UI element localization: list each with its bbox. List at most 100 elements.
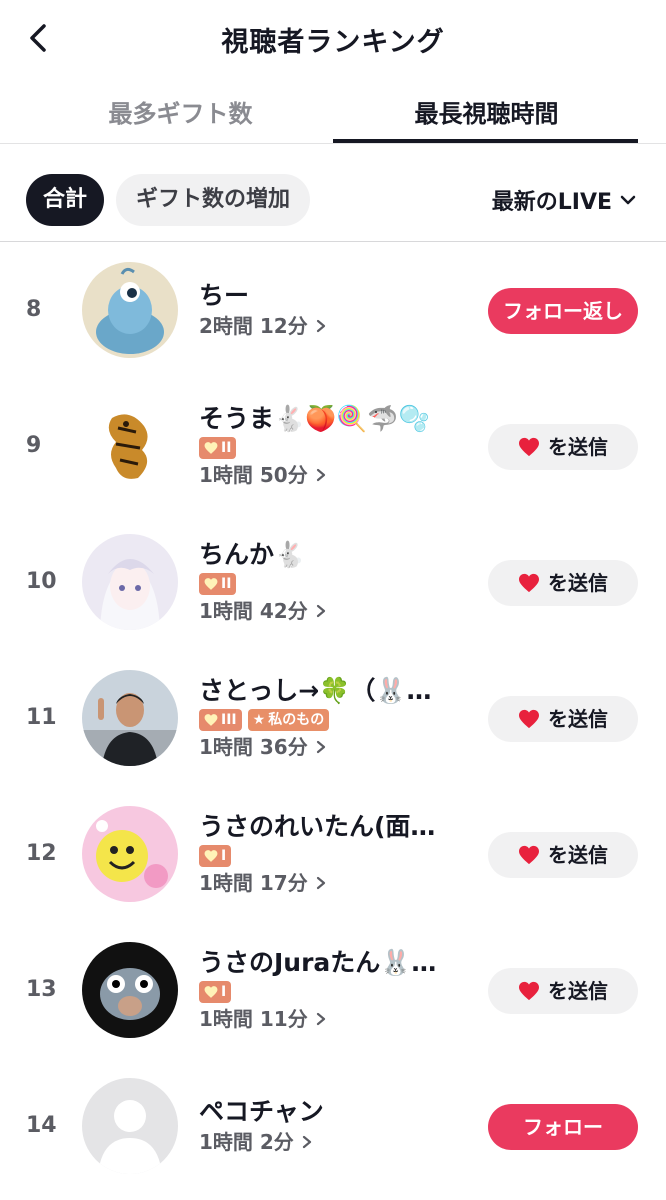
chevron-right-icon bbox=[316, 319, 325, 333]
viewer-name[interactable]: うさのれいたん(面… bbox=[199, 811, 469, 843]
watch-duration[interactable]: 1時間 36分 bbox=[199, 733, 469, 761]
viewer-info: ちんか🐇 II 1時間 42分 bbox=[199, 514, 469, 650]
viewer-info: さとっし→🍀（🐰… III ★ 私のもの 1時間 36分 bbox=[199, 650, 469, 786]
fan-level-badge: III bbox=[199, 709, 242, 731]
watch-duration[interactable]: 1時間 50分 bbox=[199, 461, 469, 489]
live-select-dropdown[interactable]: 最新のLIVE bbox=[492, 184, 636, 216]
viewer-info: うさのJuraたん🐰… I 1時間 11分 bbox=[199, 922, 469, 1058]
avatar[interactable] bbox=[82, 1078, 178, 1174]
watch-duration[interactable]: 1時間 42分 bbox=[199, 597, 469, 625]
fan-level-label: II bbox=[221, 440, 232, 456]
list-item[interactable]: 13 うさのJuraたん🐰… I 1時間 11分 を送信 bbox=[0, 922, 666, 1058]
fan-level-badge: I bbox=[199, 845, 232, 867]
watch-duration[interactable]: 2時間 12分 bbox=[199, 312, 469, 340]
avatar[interactable] bbox=[82, 398, 178, 494]
send-label: を送信 bbox=[548, 435, 608, 459]
badge-row: I bbox=[199, 845, 469, 867]
rank-number: 11 bbox=[26, 705, 57, 730]
viewer-name[interactable]: そうま🐇🍑🍭🦈🫧 bbox=[199, 403, 469, 435]
watch-duration[interactable]: 1時間 2分 bbox=[199, 1128, 469, 1156]
heart-icon bbox=[204, 578, 218, 590]
avatar[interactable] bbox=[82, 806, 178, 902]
fan-level-badge: II bbox=[199, 573, 237, 595]
avatar[interactable] bbox=[82, 942, 178, 1038]
viewer-info: うさのれいたん(面… I 1時間 17分 bbox=[199, 786, 469, 922]
duration-text: 1時間 11分 bbox=[199, 1007, 308, 1031]
chevron-right-icon bbox=[316, 876, 325, 890]
header: 視聴者ランキング bbox=[0, 0, 666, 76]
live-select-label: 最新のLIVE bbox=[491, 190, 612, 215]
chevron-right-icon bbox=[302, 1135, 311, 1149]
badge-row: I bbox=[199, 981, 469, 1003]
send-heart-button[interactable]: を送信 bbox=[488, 560, 638, 606]
viewer-info: ペコチャン 1時間 2分 bbox=[199, 1058, 469, 1194]
tab-longest-watch[interactable]: 最長視聴時間 bbox=[320, 94, 653, 129]
follow-button[interactable]: フォロー bbox=[488, 1104, 638, 1150]
chevron-right-icon bbox=[316, 740, 325, 754]
heart-icon bbox=[519, 437, 539, 457]
viewer-name[interactable]: うさのJuraたん🐰… bbox=[199, 947, 469, 979]
list-item[interactable]: 8 ちー 2時間 12分 フォロー返し bbox=[0, 242, 666, 378]
send-label: を送信 bbox=[548, 843, 608, 867]
badge-row: II bbox=[199, 437, 469, 459]
avatar[interactable] bbox=[82, 670, 178, 766]
avatar[interactable] bbox=[82, 534, 178, 630]
chevron-right-icon bbox=[316, 468, 325, 482]
list-item[interactable]: 9 そうま🐇🍑🍭🦈🫧 II 1時間 50分 を送信 bbox=[0, 378, 666, 514]
custom-tag-badge: ★ 私のもの bbox=[247, 709, 330, 731]
badge-row: III ★ 私のもの bbox=[199, 709, 469, 731]
chevron-right-icon bbox=[316, 1012, 325, 1026]
list-item[interactable]: 11 さとっし→🍀（🐰… III ★ 私のもの 1時間 36分 を送信 bbox=[0, 650, 666, 786]
list-item[interactable]: 12 うさのれいたん(面… I 1時間 17分 を送信 bbox=[0, 786, 666, 922]
heart-icon bbox=[204, 986, 218, 998]
fan-level-label: I bbox=[221, 848, 227, 864]
page-title: 視聴者ランキング bbox=[221, 27, 445, 58]
send-label: を送信 bbox=[548, 571, 608, 595]
heart-icon bbox=[204, 850, 218, 862]
heart-icon bbox=[519, 709, 539, 729]
heart-icon bbox=[519, 845, 539, 865]
duration-text: 2時間 12分 bbox=[199, 314, 308, 338]
follow-button[interactable]: フォロー返し bbox=[488, 288, 638, 334]
heart-icon bbox=[519, 573, 539, 593]
tab-bar: 最多ギフト数 最長視聴時間 bbox=[0, 76, 666, 144]
rank-number: 9 bbox=[26, 433, 42, 458]
heart-icon bbox=[204, 714, 218, 726]
avatar[interactable] bbox=[82, 262, 178, 358]
viewer-name[interactable]: ちー bbox=[199, 280, 469, 312]
fan-level-badge: II bbox=[199, 437, 237, 459]
list-item[interactable]: 14 ペコチャン 1時間 2分 フォロー bbox=[0, 1058, 666, 1194]
chevron-right-icon bbox=[316, 604, 325, 618]
rank-number: 14 bbox=[26, 1113, 57, 1138]
heart-icon bbox=[519, 981, 539, 1001]
duration-text: 1時間 17分 bbox=[199, 871, 308, 895]
chip-total[interactable]: 合計 bbox=[26, 174, 104, 226]
viewer-name[interactable]: ペコチャン bbox=[199, 1096, 469, 1128]
chip-gift-increase[interactable]: ギフト数の増加 bbox=[116, 174, 310, 226]
send-label: を送信 bbox=[548, 707, 608, 731]
send-heart-button[interactable]: を送信 bbox=[488, 968, 638, 1014]
custom-tag-label: 私のもの bbox=[268, 712, 325, 728]
rank-number: 12 bbox=[26, 841, 57, 866]
list-item[interactable]: 10 ちんか🐇 II 1時間 42分 を送信 bbox=[0, 514, 666, 650]
duration-text: 1時間 50分 bbox=[199, 463, 308, 487]
rank-number: 13 bbox=[26, 977, 57, 1002]
viewer-info: ちー 2時間 12分 bbox=[199, 242, 469, 378]
send-heart-button[interactable]: を送信 bbox=[488, 424, 638, 470]
send-heart-button[interactable]: を送信 bbox=[488, 832, 638, 878]
fan-level-label: II bbox=[221, 576, 232, 592]
fan-level-label: III bbox=[221, 712, 237, 728]
duration-text: 1時間 36分 bbox=[199, 735, 308, 759]
send-heart-button[interactable]: を送信 bbox=[488, 696, 638, 742]
viewer-name[interactable]: さとっし→🍀（🐰… bbox=[199, 675, 469, 707]
watch-duration[interactable]: 1時間 17分 bbox=[199, 869, 469, 897]
chevron-down-icon bbox=[620, 195, 636, 205]
watch-duration[interactable]: 1時間 11分 bbox=[199, 1005, 469, 1033]
duration-text: 1時間 42分 bbox=[199, 599, 308, 623]
viewer-name[interactable]: ちんか🐇 bbox=[199, 539, 469, 571]
badge-row: II bbox=[199, 573, 469, 595]
rank-number: 10 bbox=[26, 569, 57, 594]
filter-bar: 合計 ギフト数の増加 最新のLIVE bbox=[0, 144, 666, 242]
duration-text: 1時間 2分 bbox=[199, 1130, 294, 1154]
tab-most-gifts[interactable]: 最多ギフト数 bbox=[14, 94, 347, 129]
